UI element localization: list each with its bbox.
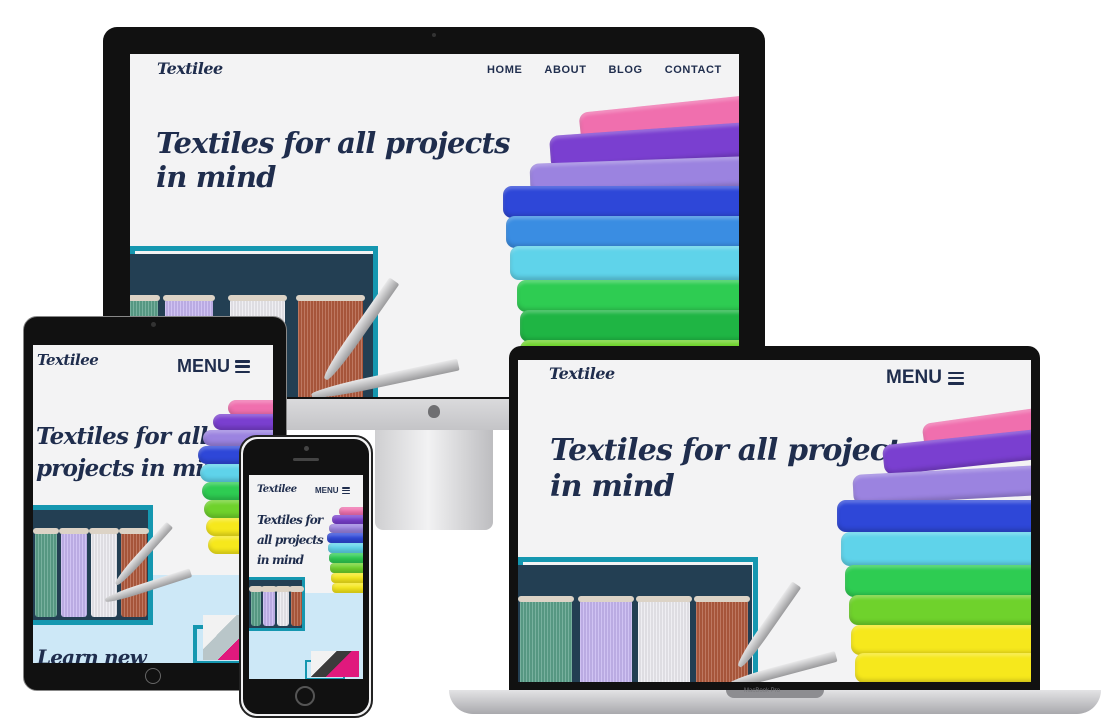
- hamburger-icon: [341, 487, 350, 494]
- fabric-stack-image: [327, 507, 363, 602]
- sewing-photo: [311, 651, 359, 677]
- menu-label: MENU: [315, 486, 339, 495]
- hero-line-2: all projects: [257, 533, 324, 547]
- phone: Textilee MENU Textiles for all projects …: [0, 0, 1110, 720]
- menu-button[interactable]: MENU: [315, 486, 350, 495]
- threads-image: [249, 580, 304, 628]
- hero-line-1: Textiles for: [257, 513, 323, 527]
- phone-screen: Textilee MENU Textiles for all projects …: [249, 475, 363, 679]
- hero-heading: Textiles for all projects in mind: [257, 510, 324, 570]
- camera-icon: [304, 446, 309, 451]
- site-logo[interactable]: Textilee: [257, 484, 297, 495]
- home-button-icon[interactable]: [295, 686, 315, 706]
- speaker: [293, 458, 319, 461]
- website: Textilee MENU Textiles for all projects …: [249, 475, 363, 679]
- hero-line-3: in mind: [257, 553, 304, 567]
